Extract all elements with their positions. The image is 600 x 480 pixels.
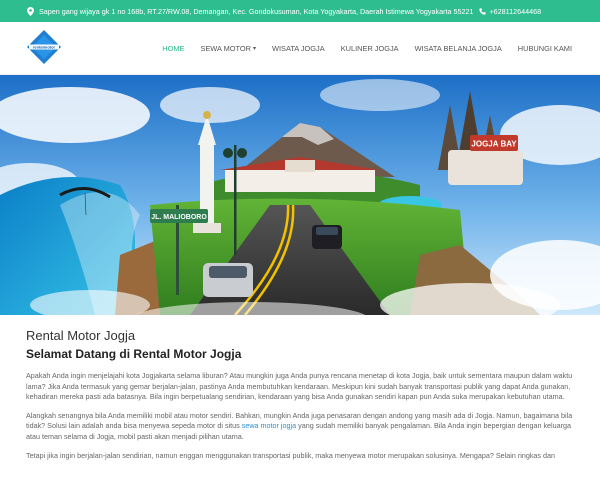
sewa-motor-jogja-link[interactable]: sewa motor jogja [242,421,296,430]
third-paragraph: Tetapi jika ingin berjalan-jalan sendiri… [26,450,555,460]
svg-text:rentalmotor: rentalmotor [33,45,56,50]
phone-link[interactable]: +628112644468 [479,7,541,16]
top-info-bar: Sapen gang wijaya gk 1 no 168b, RT.27/RW… [0,0,600,22]
phone-icon [479,7,487,15]
chevron-down-icon: ▾ [252,46,256,52]
site-header: rentalmotor HOME SEWA MOTOR ▾ WISATA JOGJ… [0,22,600,75]
nav-sewa-motor[interactable]: SEWA MOTOR ▾ [200,44,256,53]
nav-wisata-jogja[interactable]: WISATA JOGJA [272,44,325,53]
malioboro-sign: JL. MALIOBORO [151,214,207,221]
site-logo[interactable]: rentalmotor [27,30,61,64]
nav-wisata-belanja-jogja[interactable]: WISATA BELANJA JOGJA [415,44,502,53]
jogja-bay-sign: JOGJA BAY [471,140,517,149]
intro-paragraph: Apakah Anda ingin menjelajahi kota Jogja… [26,371,573,402]
main-nav: HOME SEWA MOTOR ▾ WISATA JOGJA KULINER JO… [146,22,572,75]
map-pin-icon [27,7,35,16]
phone-number: +628112644468 [489,6,542,16]
hero-banner-image: JOGJA BAY JL. MALIOBORO [0,75,600,315]
second-paragraph: Alangkah senangnya bila Anda memiliki mo… [26,410,573,441]
main-content: Rental Motor Jogja Selamat Datang di Ren… [26,328,574,469]
nav-hubungi-kami[interactable]: HUBUNGI KAMI [518,44,572,53]
address-text: Sapen gang wijaya gk 1 no 168b, RT.27/RW… [39,6,474,16]
page-title: Rental Motor Jogja [26,328,136,343]
nav-kuliner-jogja[interactable]: KULINER JOGJA [341,44,399,53]
welcome-heading: Selamat Datang di Rental Motor Jogja [26,347,242,361]
nav-home[interactable]: HOME [162,44,184,53]
